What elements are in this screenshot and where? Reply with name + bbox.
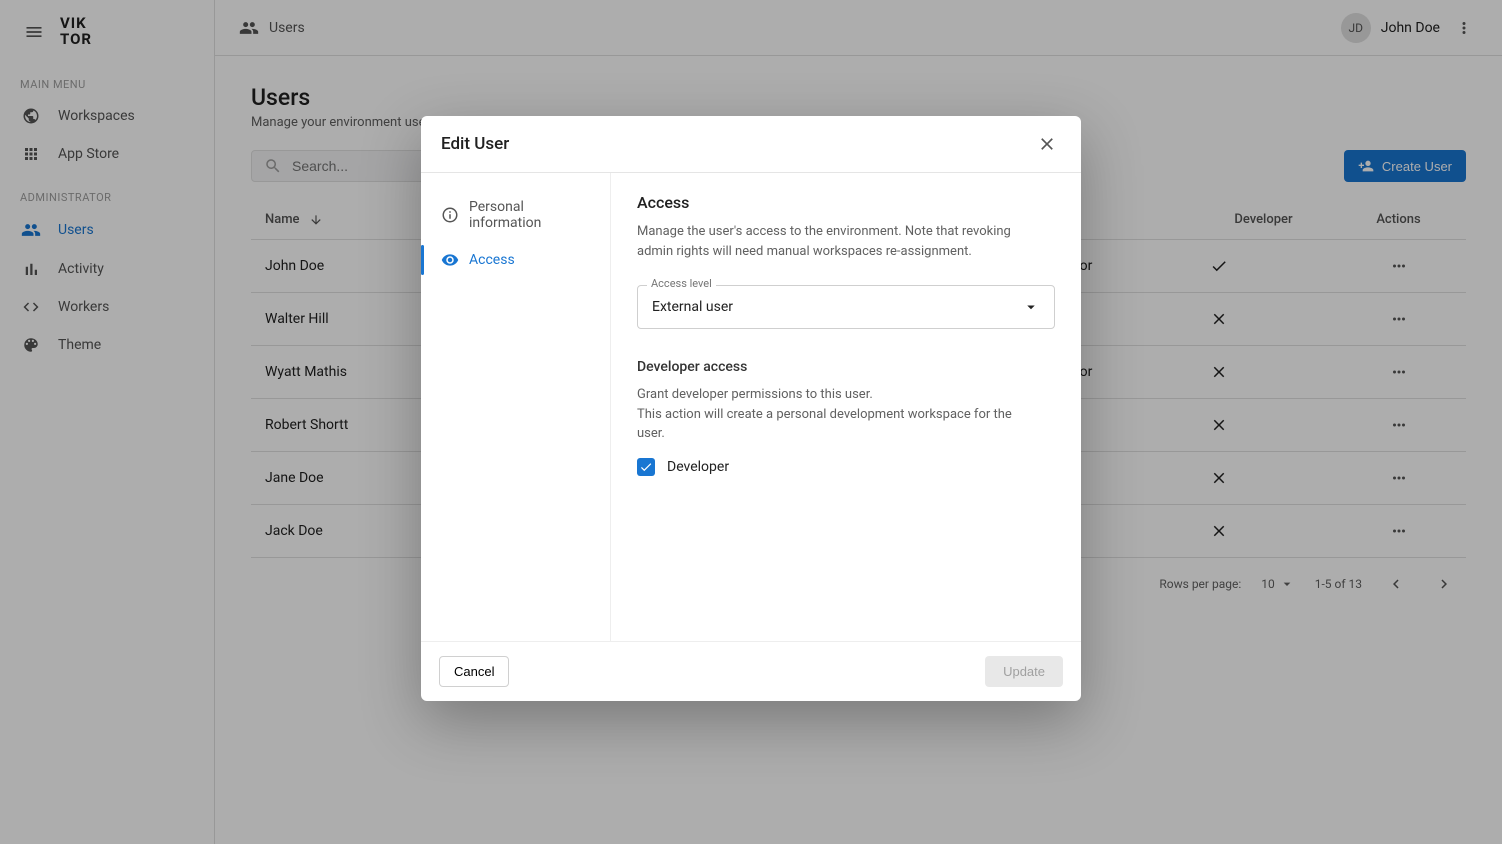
tab-label: Access	[469, 252, 515, 268]
developer-checkbox[interactable]	[637, 458, 655, 476]
developer-access-title: Developer access	[637, 359, 1055, 375]
check-icon	[639, 460, 653, 474]
access-level-value: External user	[652, 299, 733, 315]
info-icon	[441, 206, 459, 224]
cancel-button[interactable]: Cancel	[439, 656, 509, 687]
access-section-title: Access	[637, 193, 1055, 212]
dialog-title: Edit User	[441, 134, 509, 154]
access-level-select[interactable]: External user	[637, 285, 1055, 329]
eye-icon	[441, 251, 459, 269]
developer-help-1: Grant developer permissions to this user…	[637, 385, 1037, 405]
access-level-label: Access level	[647, 277, 716, 290]
access-section-help: Manage the user's access to the environm…	[637, 222, 1037, 261]
update-button: Update	[985, 656, 1063, 687]
dropdown-icon	[1022, 298, 1040, 316]
tab-access[interactable]: Access	[425, 241, 606, 279]
edit-user-dialog: Edit User Personal information Access Ac…	[421, 116, 1081, 701]
developer-checkbox-label: Developer	[667, 459, 729, 475]
close-icon[interactable]	[1033, 130, 1061, 158]
developer-help-2: This action will create a personal devel…	[637, 405, 1037, 444]
tab-personal-information[interactable]: Personal information	[425, 189, 606, 241]
tab-label: Personal information	[469, 199, 590, 231]
